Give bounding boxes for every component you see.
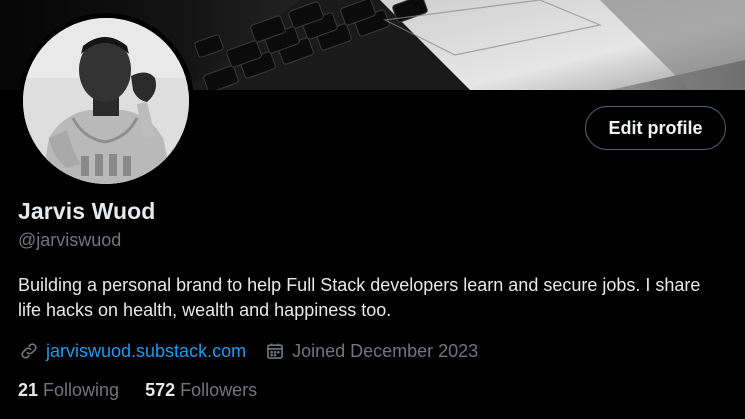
website-item: jarviswuod.substack.com [18,340,246,362]
followers-count: 572 [145,379,176,400]
following-link[interactable]: 21 Following [18,380,119,401]
link-icon [18,340,40,362]
website-link[interactable]: jarviswuod.substack.com [46,341,246,362]
edit-profile-button[interactable]: Edit profile [585,106,726,150]
profile-meta: jarviswuod.substack.com Joined December … [18,339,478,363]
profile-name: Jarvis Wuod [18,198,156,224]
followers-link[interactable]: 572 Followers [145,380,257,401]
avatar-image [23,18,189,184]
avatar[interactable] [18,13,194,189]
profile-handle: @jarviswuod [18,230,122,250]
following-count: 21 [18,379,39,400]
followers-label: Followers [180,379,258,400]
profile-bio: Building a personal brand to help Full S… [18,275,701,320]
following-label: Following [43,379,120,400]
calendar-icon [264,340,286,362]
follow-counts: 21 Following 572 Followers [18,378,257,402]
joined-item: Joined December 2023 [264,340,478,362]
joined-date: Joined December 2023 [292,340,479,361]
